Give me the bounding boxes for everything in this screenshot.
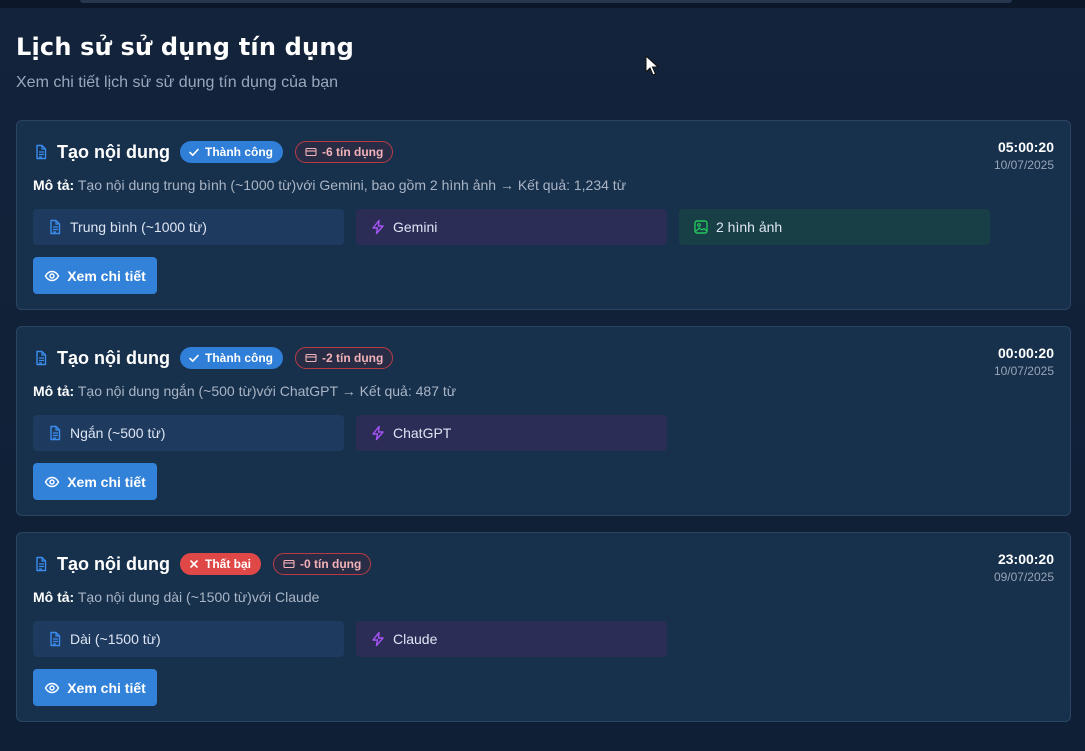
timestamp: 00:00:20 10/07/2025 [994, 344, 1054, 380]
status-label: Thành công [204, 351, 273, 365]
description-label: Mô tả: [33, 589, 75, 605]
credit-card-icon [305, 146, 317, 158]
description: Mô tả: Tạo nội dung ngắn (~500 từ)với Ch… [33, 383, 456, 399]
credit-history-list: Tạo nội dung Thành công -6 tín dụng 05:0… [16, 120, 1071, 738]
detail-chips: Dài (~1500 từ) Claude [33, 621, 679, 657]
view-details-button[interactable]: Xem chi tiết [33, 463, 157, 500]
document-icon [33, 556, 49, 572]
mouse-cursor-icon [645, 55, 659, 76]
credit-amount: -6 tín dụng [321, 145, 384, 159]
detail-chips: Trung bình (~1000 từ) Gemini 2 hình ảnh [33, 209, 1002, 245]
document-icon [33, 144, 49, 160]
history-card: Tạo nội dung Thất bại -0 tín dụng 23:00:… [16, 532, 1071, 722]
description: Mô tả: Tạo nội dung trung bình (~1000 từ… [33, 177, 626, 193]
credit-amount: -2 tín dụng [321, 351, 384, 365]
description: Mô tả: Tạo nội dung dài (~1500 từ)với Cl… [33, 589, 319, 605]
status-badge: Thành công [179, 141, 283, 163]
detail-chips: Ngắn (~500 từ) ChatGPT [33, 415, 679, 451]
page-subtitle: Xem chi tiết lịch sử sử dụng tín dụng củ… [16, 74, 339, 91]
card-title: Tạo nội dung [57, 141, 170, 162]
date-label: 10/07/2025 [993, 158, 1054, 172]
eye-icon [44, 474, 60, 490]
view-details-label: Xem chi tiết [67, 267, 146, 284]
length-chip: Dài (~1500 từ) [33, 621, 344, 657]
image-icon [693, 219, 709, 235]
credit-card-icon [305, 352, 317, 364]
date-label: 09/07/2025 [993, 570, 1054, 584]
date-label: 10/07/2025 [993, 364, 1054, 378]
view-details-label: Xem chi tiết [67, 473, 146, 490]
view-details-button[interactable]: Xem chi tiết [33, 257, 157, 294]
description-text: Tạo nội dung trung bình (~1000 từ)với Ge… [77, 177, 627, 193]
document-icon [47, 219, 63, 235]
card-header: Tạo nội dung Thất bại -0 tín dụng [33, 551, 372, 577]
lightning-icon [370, 631, 386, 647]
lightning-icon [370, 219, 386, 235]
model-label: ChatGPT [393, 425, 452, 441]
history-card: Tạo nội dung Thành công -2 tín dụng 00:0… [16, 326, 1071, 516]
description-text: Tạo nội dung dài (~1500 từ)với Claude [77, 589, 320, 605]
length-chip: Trung bình (~1000 từ) [33, 209, 344, 245]
eye-icon [44, 680, 60, 696]
history-card: Tạo nội dung Thành công -6 tín dụng 05:0… [16, 120, 1071, 310]
page-header: Lịch sử sử dụng tín dụng Xem chi tiết lị… [16, 30, 354, 94]
card-title: Tạo nội dung [57, 553, 170, 574]
time-label: 23:00:20 [997, 551, 1054, 567]
check-icon [188, 352, 200, 364]
images-chip: 2 hình ảnh [679, 209, 990, 245]
model-label: Gemini [393, 219, 438, 235]
model-chip: ChatGPT [356, 415, 667, 451]
length-chip: Ngắn (~500 từ) [33, 415, 344, 451]
length-label: Ngắn (~500 từ) [70, 425, 166, 441]
model-chip: Gemini [356, 209, 667, 245]
x-icon [188, 558, 200, 570]
card-header: Tạo nội dung Thành công -2 tín dụng [33, 345, 394, 371]
card-header: Tạo nội dung Thành công -6 tín dụng [33, 139, 394, 165]
status-badge: Thành công [179, 347, 283, 369]
card-title: Tạo nội dung [57, 347, 170, 368]
description-label: Mô tả: [33, 383, 75, 399]
view-details-button[interactable]: Xem chi tiết [33, 669, 157, 706]
length-label: Trung bình (~1000 từ) [70, 219, 207, 235]
length-label: Dài (~1500 từ) [70, 631, 161, 647]
status-label: Thất bại [204, 557, 251, 571]
top-scroll-strip [0, 0, 1085, 8]
document-icon [47, 631, 63, 647]
timestamp: 23:00:20 09/07/2025 [994, 550, 1054, 586]
model-chip: Claude [356, 621, 667, 657]
credit-badge: -6 tín dụng [294, 141, 394, 163]
time-label: 00:00:20 [997, 345, 1054, 361]
page-title: Lịch sử sử dụng tín dụng [16, 33, 354, 61]
page: Lịch sử sử dụng tín dụng Xem chi tiết lị… [0, 0, 1085, 751]
timestamp: 05:00:20 10/07/2025 [994, 138, 1054, 174]
top-bar [80, 0, 1012, 3]
model-label: Claude [393, 631, 438, 647]
document-icon [33, 350, 49, 366]
status-badge: Thất bại [179, 553, 261, 575]
credit-amount: -0 tín dụng [300, 557, 362, 571]
document-icon [47, 425, 63, 441]
view-details-label: Xem chi tiết [67, 679, 146, 696]
status-label: Thành công [204, 145, 273, 159]
lightning-icon [370, 425, 386, 441]
check-icon [188, 146, 200, 158]
time-label: 05:00:20 [997, 139, 1054, 155]
credit-badge: -0 tín dụng [273, 553, 372, 575]
images-label: 2 hình ảnh [716, 219, 783, 235]
description-text: Tạo nội dung ngắn (~500 từ)với ChatGPT →… [77, 383, 457, 399]
credit-card-icon [283, 558, 295, 570]
credit-badge: -2 tín dụng [294, 347, 394, 369]
description-label: Mô tả: [33, 177, 75, 193]
eye-icon [44, 268, 60, 284]
